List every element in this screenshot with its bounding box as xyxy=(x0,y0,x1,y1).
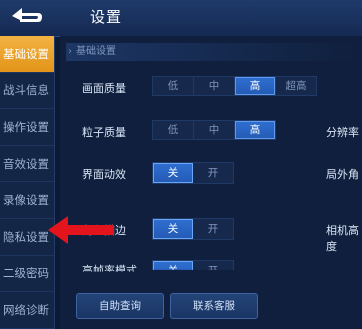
sidebar-item-privacy[interactable]: 隐私设置 xyxy=(0,219,54,256)
sidebar-item-basic[interactable]: 基础设置 xyxy=(0,36,54,73)
quality-option-low[interactable]: 低 xyxy=(153,77,194,95)
section-title: 基础设置 xyxy=(76,46,116,57)
particle-label: 粒子质量 xyxy=(82,126,126,139)
resolution-label: 分辨率 xyxy=(326,126,359,139)
quality-label: 画面质量 xyxy=(82,82,126,95)
contact-service-button[interactable]: 联系客服 xyxy=(170,293,258,319)
sidebar-item-battle-info[interactable]: 战斗信息 xyxy=(0,73,54,110)
quality-option-high[interactable]: 高 xyxy=(235,77,276,95)
page-title: 设置 xyxy=(90,8,123,26)
particle-option-high[interactable]: 高 xyxy=(235,121,275,139)
sidebar-item-audio[interactable]: 音效设置 xyxy=(0,146,54,183)
ui-anim-toggle: 关 开 xyxy=(152,162,234,184)
ui-anim-label: 界面动效 xyxy=(82,168,126,181)
particle-option-low[interactable]: 低 xyxy=(153,121,194,139)
edge-off[interactable]: 关 xyxy=(153,219,193,239)
ui-anim-on[interactable]: 开 xyxy=(193,163,233,183)
sidebar-item-recording[interactable]: 录像设置 xyxy=(0,182,54,219)
chevron-right-icon: › xyxy=(68,46,72,57)
camera-height-label: 相机高度 xyxy=(326,224,359,253)
quality-option-mid[interactable]: 中 xyxy=(194,77,235,95)
edge-on[interactable]: 开 xyxy=(193,219,233,239)
outer-angle-label: 局外角 xyxy=(326,168,359,181)
ui-anim-off[interactable]: 关 xyxy=(153,163,193,183)
particle-option-mid[interactable]: 中 xyxy=(194,121,235,139)
red-arrow-icon xyxy=(48,216,114,244)
section-header: › 基础设置 xyxy=(66,43,362,61)
sidebar-item-network[interactable]: 网络诊断 xyxy=(0,292,54,329)
particle-selector: 低 中 高 xyxy=(152,120,276,140)
settings-sidebar: 基础设置 战斗信息 操作设置 音效设置 录像设置 隐私设置 二级密码 网络诊断 xyxy=(0,36,55,329)
sidebar-item-controls[interactable]: 操作设置 xyxy=(0,109,54,146)
back-button[interactable] xyxy=(4,4,48,28)
self-help-button[interactable]: 自助查询 xyxy=(76,293,164,319)
quality-selector: 低 中 高 超高 xyxy=(152,76,317,96)
edge-toggle: 关 开 xyxy=(152,218,234,240)
sidebar-item-second-password[interactable]: 二级密码 xyxy=(0,256,54,293)
quality-option-ultra[interactable]: 超高 xyxy=(276,77,316,95)
back-arrow-icon xyxy=(12,8,42,22)
top-bar: 设置 xyxy=(0,0,362,37)
